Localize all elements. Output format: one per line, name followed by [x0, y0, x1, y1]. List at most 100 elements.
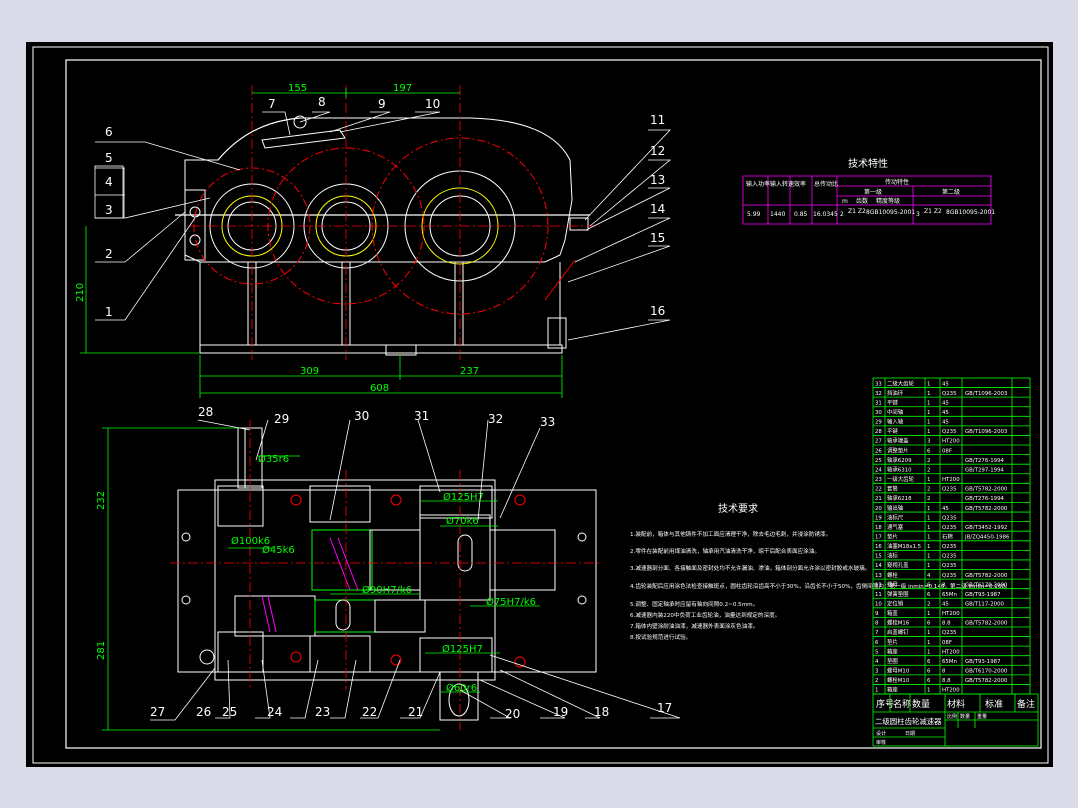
bom-cell: 6: [927, 621, 931, 627]
bom-cell: Q235: [942, 391, 957, 397]
bom-cell: 垫片: [887, 638, 898, 646]
fit-90H7k6: Ø90H7/k6: [362, 584, 412, 596]
bom-cell: 26: [875, 448, 882, 454]
svg-text:第一级: 第一级: [864, 188, 882, 196]
bom-cell: 6: [927, 678, 931, 684]
label-16: 16: [650, 304, 665, 318]
bom-cell: 套筒: [887, 485, 898, 493]
bom-cell: GB/T93-1987: [965, 592, 1001, 598]
bom-cell: 6: [927, 448, 931, 454]
bom-cell: 挡油环: [887, 389, 904, 397]
bom-cell: Q235: [942, 630, 957, 636]
svg-text:3: 3: [916, 211, 920, 218]
bom-cell: 45: [942, 381, 949, 387]
bom-cell: 通气塞: [887, 523, 904, 531]
bom-cell: 螺母M10: [887, 667, 910, 675]
cad-drawing-viewport[interactable]: 155 197 210 309 237 608 1 2 3 4 5 6 7 8 …: [0, 0, 1078, 808]
bom-cell: 螺栓: [887, 571, 898, 579]
label-10: 10: [425, 97, 440, 111]
tech-req-8: 8.按试验规范进行试验。: [630, 633, 691, 641]
bom-cell: 8: [942, 582, 946, 588]
svg-text:日期: 日期: [905, 731, 915, 737]
dim-232: 232: [96, 491, 107, 510]
bom-cell: GB/T297-1994: [965, 467, 1005, 473]
svg-text:数量: 数量: [960, 713, 970, 720]
bom-cell: HT200: [942, 649, 960, 655]
svg-text:传动特性: 传动特性: [885, 178, 909, 186]
svg-text:1440: 1440: [770, 211, 785, 218]
tech-req-1: 1.装配前，箱体与其他铸件不加工面应清理干净，除去毛边毛刺，并浸涂防锈漆。: [630, 530, 831, 538]
bom-cell: 45: [942, 602, 949, 608]
fit-45k6: Ø45k6: [262, 544, 295, 556]
bom-cell: 2: [927, 602, 930, 608]
bom-cell: 一级大齿轮: [887, 475, 915, 483]
bom-cell: Q235: [942, 554, 957, 560]
bom-cell: 6: [927, 582, 931, 588]
label-14: 14: [650, 202, 665, 216]
bom-cell: 30: [875, 410, 882, 416]
label-23: 23: [315, 705, 330, 719]
bom-cell: 1: [927, 611, 930, 617]
label-21: 21: [408, 705, 423, 719]
label-24: 24: [267, 705, 282, 719]
svg-text:备注: 备注: [1017, 698, 1035, 710]
bom-cell: 2: [927, 487, 930, 493]
bom-cell: 10: [875, 602, 882, 608]
svg-text:总传动比: 总传动比: [814, 180, 838, 188]
bom-cell: 1: [927, 515, 930, 521]
svg-text:标准: 标准: [985, 698, 1003, 710]
bom-cell: 1: [927, 649, 930, 655]
bom-cell: Q235: [942, 544, 957, 550]
bom-cell: 6: [927, 659, 931, 665]
bom-cell: 石棉: [942, 532, 953, 540]
bom-cell: 27: [875, 439, 882, 445]
label-18: 18: [594, 705, 609, 719]
svg-text:0.85: 0.85: [794, 211, 808, 218]
bom-cell: Q235: [942, 525, 957, 531]
tech-req-7: 7.箱体内壁涂耐油油漆，减速器外表面涂灰色油漆。: [630, 622, 758, 630]
bom-cell: 螺栓M10: [887, 676, 910, 684]
label-6: 6: [105, 125, 113, 139]
bom-cell: GB/T1096-2003: [965, 391, 1007, 397]
label-22: 22: [362, 705, 377, 719]
bom-cell: 1: [927, 410, 930, 416]
bom-cell: 9: [875, 611, 879, 617]
bom-cell: GB/T5782-2000: [965, 678, 1008, 684]
bom-cell: HT200: [942, 477, 960, 483]
label-17: 17: [657, 701, 672, 715]
bom-cell: 1: [927, 525, 930, 531]
svg-text:精度等级: 精度等级: [876, 197, 900, 205]
label-19: 19: [553, 705, 568, 719]
bom-cell: HT200: [942, 439, 960, 445]
bom-cell: 2: [927, 467, 930, 473]
label-11: 11: [650, 113, 665, 127]
svg-text:齿数: 齿数: [856, 197, 868, 205]
bom-cell: 28: [875, 429, 882, 435]
bom-cell: HT200: [942, 688, 960, 694]
label-29: 29: [274, 412, 289, 426]
fit-35r6: Ø35r6: [258, 453, 289, 465]
bom-cell: 2: [875, 678, 878, 684]
fit-60r6: Ø60r6: [446, 682, 477, 694]
label-25: 25: [222, 705, 237, 719]
bom-cell: 轴承6310: [887, 465, 912, 473]
drawing-title: 二级圆柱齿轮减速器: [875, 717, 942, 726]
bom-cell: 08F: [942, 448, 952, 454]
bom-cell: 65Mn: [942, 592, 957, 598]
svg-text:名称: 名称: [893, 698, 911, 710]
label-33: 33: [540, 415, 555, 429]
bom-cell: 21: [875, 496, 882, 502]
bom-cell: 1: [875, 688, 878, 694]
fit-70k6: Ø70k6: [446, 515, 479, 527]
fit-125H7-top: Ø125H7: [443, 491, 484, 503]
svg-text:数量: 数量: [912, 698, 930, 710]
bom-cell: 22: [875, 487, 882, 493]
tech-req-5: 5.调整、固定轴承时应留有轴向间隙0.2~0.5mm。: [630, 600, 758, 608]
dim-309: 309: [300, 366, 319, 377]
bom-cell: 18: [875, 525, 882, 531]
label-5: 5: [105, 151, 113, 165]
bom-cell: 8: [942, 669, 946, 675]
bom-cell: 1: [927, 554, 930, 560]
bom-cell: 1: [927, 640, 930, 646]
label-31: 31: [414, 409, 429, 423]
